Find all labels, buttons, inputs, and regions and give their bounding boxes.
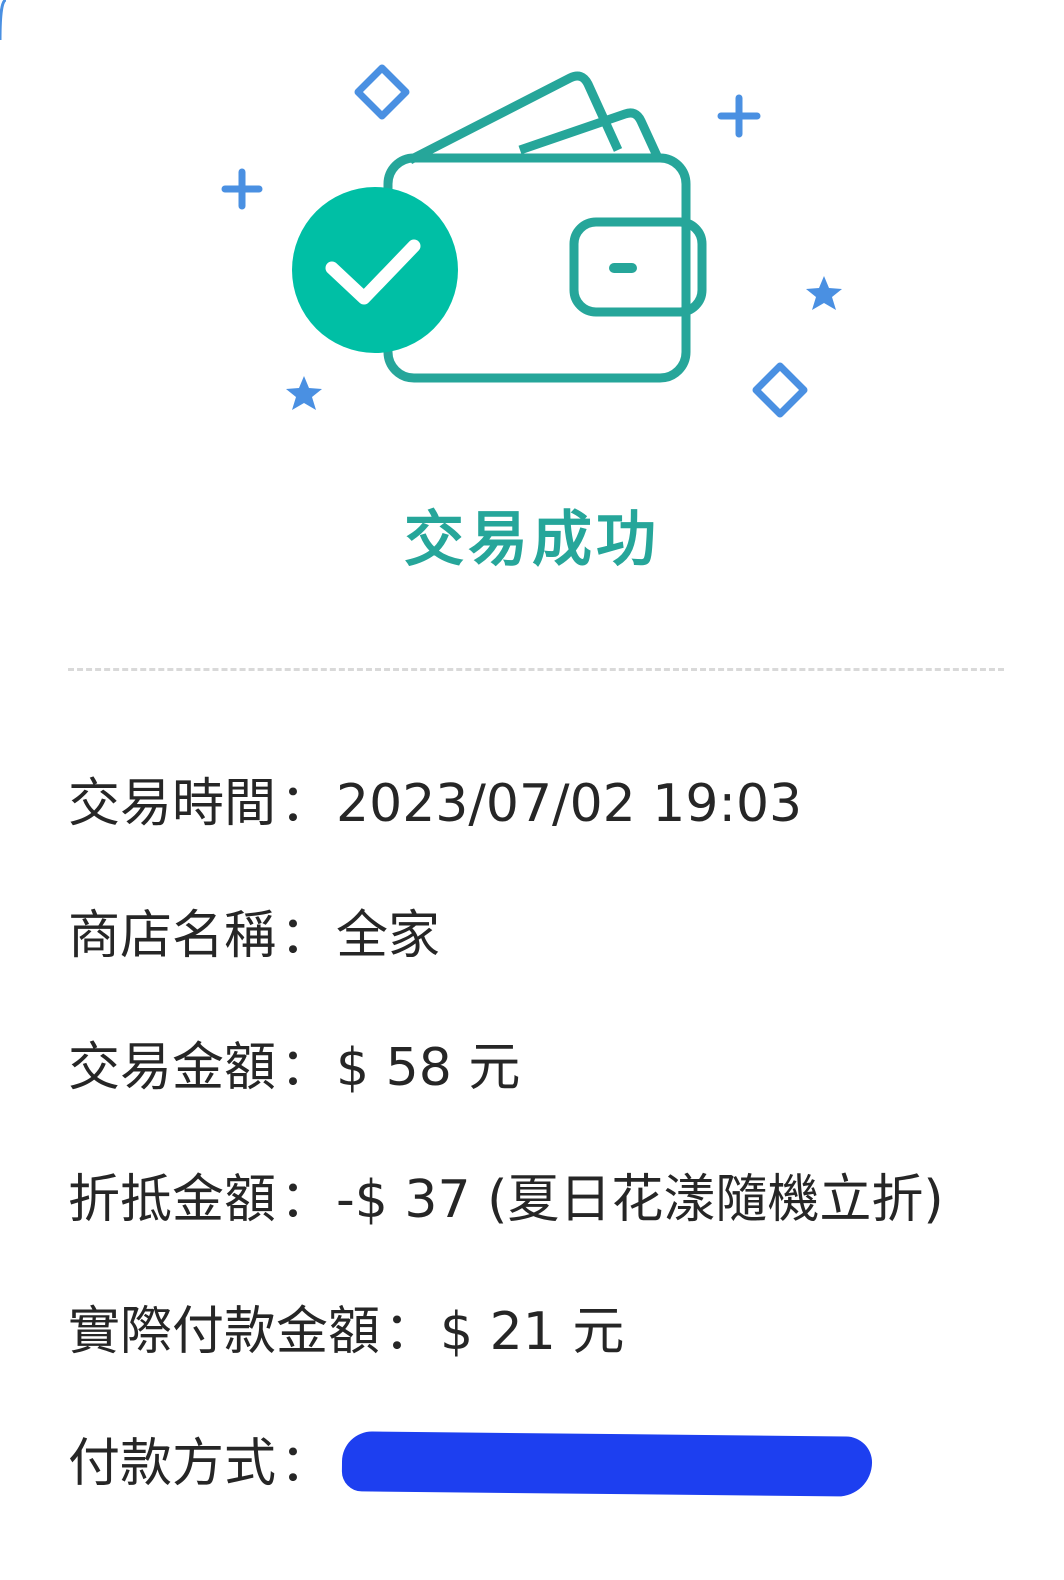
transaction-result-page: 交易成功 交易時間： 2023/07/02 19:03 商店名稱：全家 交易金額：…	[0, 0, 1064, 1580]
wallet-success-icon	[221, 64, 842, 418]
detail-value: $ 21 元	[440, 1302, 625, 1362]
detail-label: 實際付款金額	[68, 1302, 381, 1362]
detail-separator: ：	[280, 906, 333, 966]
detail-row-store-name: 商店名稱：全家	[68, 900, 1028, 1032]
detail-row-discount-amount: 折抵金額： -$ 37 (夏日花漾隨機立折)	[68, 1164, 1028, 1296]
detail-label: 折抵金額	[68, 1170, 277, 1230]
detail-label: 交易金額	[68, 1038, 277, 1098]
transaction-details: 交易時間： 2023/07/02 19:03 商店名稱：全家 交易金額： $ 58 …	[68, 768, 1028, 1560]
detail-value: -$ 37 (夏日花漾隨機立折)	[336, 1170, 944, 1230]
detail-separator: ：	[280, 1038, 333, 1098]
corner-accent	[0, 0, 6, 40]
status-title: 交易成功	[404, 505, 660, 575]
detail-value: $ 58 元	[336, 1038, 521, 1098]
divider	[68, 668, 1004, 671]
detail-label: 付款方式	[68, 1434, 277, 1494]
detail-separator: ：	[384, 1302, 437, 1362]
detail-separator: ：	[280, 1434, 333, 1494]
detail-row-transaction-amount: 交易金額： $ 58 元	[68, 1032, 1028, 1164]
detail-row-transaction-time: 交易時間： 2023/07/02 19:03	[68, 768, 1028, 900]
redaction-mark	[341, 1431, 873, 1497]
detail-row-payment-method: 付款方式：	[68, 1428, 1028, 1560]
detail-row-actual-paid-amount: 實際付款金額： $ 21 元	[68, 1296, 1028, 1428]
detail-label: 商店名稱	[68, 906, 277, 966]
detail-separator: ：	[280, 774, 333, 834]
detail-label: 交易時間	[68, 774, 277, 834]
detail-separator: ：	[280, 1170, 333, 1230]
detail-value: 2023/07/02 19:03	[336, 774, 803, 834]
detail-value: 全家	[336, 906, 441, 966]
